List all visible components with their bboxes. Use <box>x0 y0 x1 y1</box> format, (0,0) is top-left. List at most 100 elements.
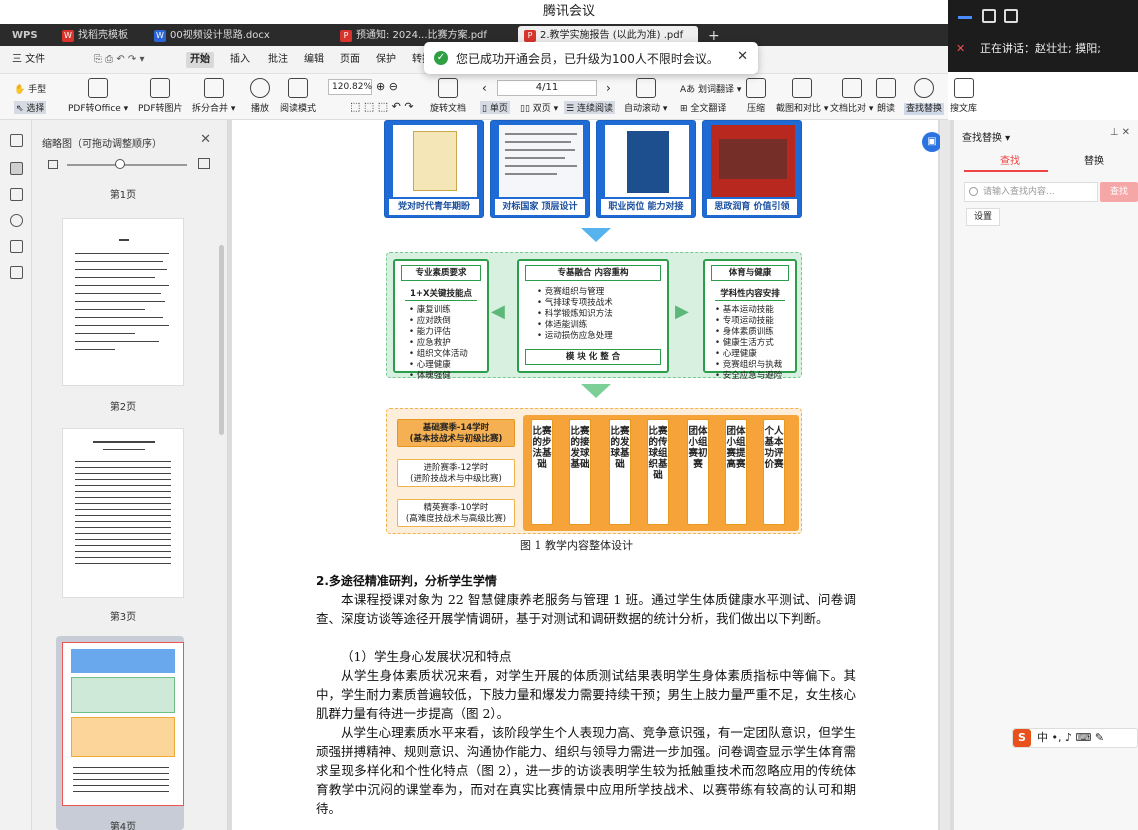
document-scrollbar[interactable] <box>940 120 950 830</box>
tab-template[interactable]: W 找稻壳模板 <box>56 26 136 46</box>
wps-home-tab[interactable]: WPS <box>0 26 50 46</box>
pdf-convert-icon <box>88 78 109 98</box>
menu-protect[interactable]: 保护 <box>372 52 400 68</box>
content-column: 比赛的步法基础 <box>531 419 553 525</box>
auto-scroll-button[interactable]: 自动滚动 ▾ <box>624 78 667 114</box>
page-thumbnail-selected[interactable] <box>62 642 184 806</box>
right-arrow-icon: ▶ <box>675 301 689 322</box>
page-label: 第2页 <box>109 402 137 413</box>
pdf-icon: P <box>524 30 536 42</box>
zoom-in-icon[interactable]: ⊕ ⊖ <box>376 80 398 93</box>
minimize-icon[interactable] <box>958 16 972 19</box>
pdf-icon: P <box>340 30 352 42</box>
search-icon <box>969 187 978 196</box>
full-translate-button[interactable]: ⊞ 全文翻译 <box>680 101 726 114</box>
double-page-button[interactable]: ▯▯ 双页 ▾ <box>520 101 558 114</box>
search-library-button[interactable]: 搜文库 <box>950 78 977 114</box>
bookmark-icon[interactable] <box>10 134 23 147</box>
thumbnail-scrollbar[interactable] <box>219 245 224 435</box>
find-button[interactable]: 查找 <box>1100 182 1138 202</box>
content-column: 比赛的接发球基础 <box>569 419 591 525</box>
quick-access-icons[interactable]: ⎘ ⎙ ↶ ↷ ▾ <box>90 52 149 68</box>
read-aloud-button[interactable]: 朗读 <box>876 78 896 114</box>
scroll-icon <box>635 78 656 98</box>
doc-compare-button[interactable]: 文档比对 ▾ <box>830 78 873 114</box>
thumbnail-icon[interactable] <box>10 162 23 175</box>
comment-icon[interactable] <box>10 188 23 201</box>
rotate-document-button[interactable]: 旋转文档 <box>430 78 466 114</box>
find-replace-button[interactable]: 查找替换 <box>904 78 945 115</box>
pe-health-box: 体育与健康 学科性内容安排 • 基本运动技能 • 专项运动技能 • 身体素质训练… <box>703 259 797 381</box>
tab-docx[interactable]: W 00视频设计思路.docx <box>148 26 328 46</box>
thumbnail-panel: 缩略图（可拖动调整顺序） ✕ 第1页 第2页 第3页 第4页 <box>32 120 228 830</box>
play-button[interactable]: 播放 <box>250 78 270 114</box>
compare-icon <box>841 78 862 98</box>
screenshot-compare-button[interactable]: 截图和对比 ▾ <box>776 78 828 114</box>
content-column: 团体小组赛提高赛 <box>725 419 747 525</box>
close-icon[interactable]: ✕ <box>200 132 211 147</box>
active-tab-underline <box>964 170 1048 172</box>
sogou-icon: S <box>1013 729 1031 747</box>
panel-pin-close-icons[interactable]: ⊥ ✕ <box>1110 127 1130 138</box>
single-page-button[interactable]: ▯ 单页 <box>480 101 510 114</box>
paragraph: 从学生心理素质水平来看，该阶段学生个人表现力高、竞争意识强，有一定团队意识，但学… <box>316 725 856 816</box>
figure-card: 思政润育 价值引领 <box>702 120 802 218</box>
continuous-read-button[interactable]: ☰ 连续阅读 <box>564 101 615 114</box>
document-viewport: 党对时代青年期盼 对标国家 顶层设计 职业岗位 能力对接 思政润育 价值引领 专… <box>228 120 953 830</box>
professional-requirements-box: 专业素质要求 1+X关键技能点 • 康复训练 • 应对跌倒 • 能力评估 • 应… <box>393 259 489 381</box>
integration-box: 专基融合 内容重构 • 竞赛组织与管理 • 气排球专项技战术 • 科学锻炼知识方… <box>517 259 669 373</box>
check-icon: ✓ <box>434 51 448 65</box>
pdf-to-image-button[interactable]: PDF转图片 <box>138 78 183 114</box>
page-thumbnail[interactable] <box>62 428 184 598</box>
down-arrow <box>581 384 611 398</box>
panel-title[interactable]: 查找替换 ▾ <box>962 129 1010 144</box>
menu-page[interactable]: 页面 <box>336 52 364 68</box>
search-input[interactable]: 请输入查找内容... <box>964 182 1098 202</box>
meeting-control-bar: ✕ 正在讲话：赵壮壮; 摸阳; <box>948 0 1138 72</box>
menu-insert[interactable]: 插入 <box>226 52 254 68</box>
large-image-icon[interactable] <box>198 158 210 169</box>
layers-icon[interactable] <box>10 266 23 279</box>
hand-tool[interactable]: ✋ 手型 <box>14 82 46 95</box>
compress-button[interactable]: 压缩 <box>746 78 766 114</box>
thumbnail-panel-title: 缩略图（可拖动调整顺序） <box>42 139 162 150</box>
page-label: 第4页 <box>109 822 137 830</box>
thumbnail-size-slider[interactable] <box>67 159 187 169</box>
tab-replace[interactable]: 替换 <box>1084 152 1104 167</box>
small-image-icon[interactable] <box>48 160 58 169</box>
content-column: 比赛的传球组织基础 <box>647 419 669 525</box>
prev-page-icon[interactable]: ‹ <box>482 81 487 95</box>
screenshot-icon <box>792 78 813 98</box>
pdf-page: 党对时代青年期盼 对标国家 顶层设计 职业岗位 能力对接 思政润育 价值引领 专… <box>232 120 942 830</box>
word-translate-button[interactable]: Aあ 划词翻译 ▾ <box>680 82 741 95</box>
ime-toolbar[interactable]: S中 •, ♪ ⌨ ✎ <box>1012 728 1138 748</box>
window-icon[interactable] <box>982 9 996 23</box>
speaker-icon <box>876 78 896 98</box>
close-icon[interactable]: ✕ <box>737 49 748 64</box>
zoom-field[interactable]: 120.82% <box>328 79 372 95</box>
page-thumbnail[interactable] <box>62 218 184 386</box>
paragraph: 从学生身体素质状况来看，对学生开展的体质测试结果表明学生身体素质指标中等偏下。其… <box>316 668 856 721</box>
pdf-to-office-button[interactable]: PDF转Office ▾ <box>68 78 128 114</box>
file-menu[interactable]: 三 文件 <box>8 52 49 68</box>
content-column: 比赛的发球基础 <box>609 419 631 525</box>
signature-icon[interactable] <box>10 240 23 253</box>
select-tool[interactable]: ⇖ 选择 <box>14 101 47 114</box>
settings-button[interactable]: 设置 <box>966 208 1000 226</box>
next-page-icon[interactable]: › <box>606 81 611 95</box>
content-column: 团体小组赛初赛 <box>687 419 709 525</box>
figure-card: 职业岗位 能力对接 <box>596 120 696 218</box>
menu-edit[interactable]: 编辑 <box>300 52 328 68</box>
read-mode-button[interactable]: 阅读模式 <box>280 78 316 114</box>
split-merge-button[interactable]: 拆分合并 ▾ <box>192 78 235 114</box>
menu-start[interactable]: 开始 <box>186 52 214 68</box>
wps-icon: W <box>62 30 74 42</box>
ai-assistant-icon[interactable]: ▣ <box>922 132 942 152</box>
menu-icon[interactable] <box>1004 9 1018 23</box>
tab-find[interactable]: 查找 <box>1000 152 1020 167</box>
search-icon <box>914 78 934 98</box>
page-number-input[interactable]: 4/11 <box>497 80 597 96</box>
menu-comment[interactable]: 批注 <box>264 52 292 68</box>
fit-page-icons[interactable]: ⬚ ⬚ ⬚ ↶ ↷ <box>350 100 414 113</box>
attachment-icon[interactable] <box>10 214 23 227</box>
